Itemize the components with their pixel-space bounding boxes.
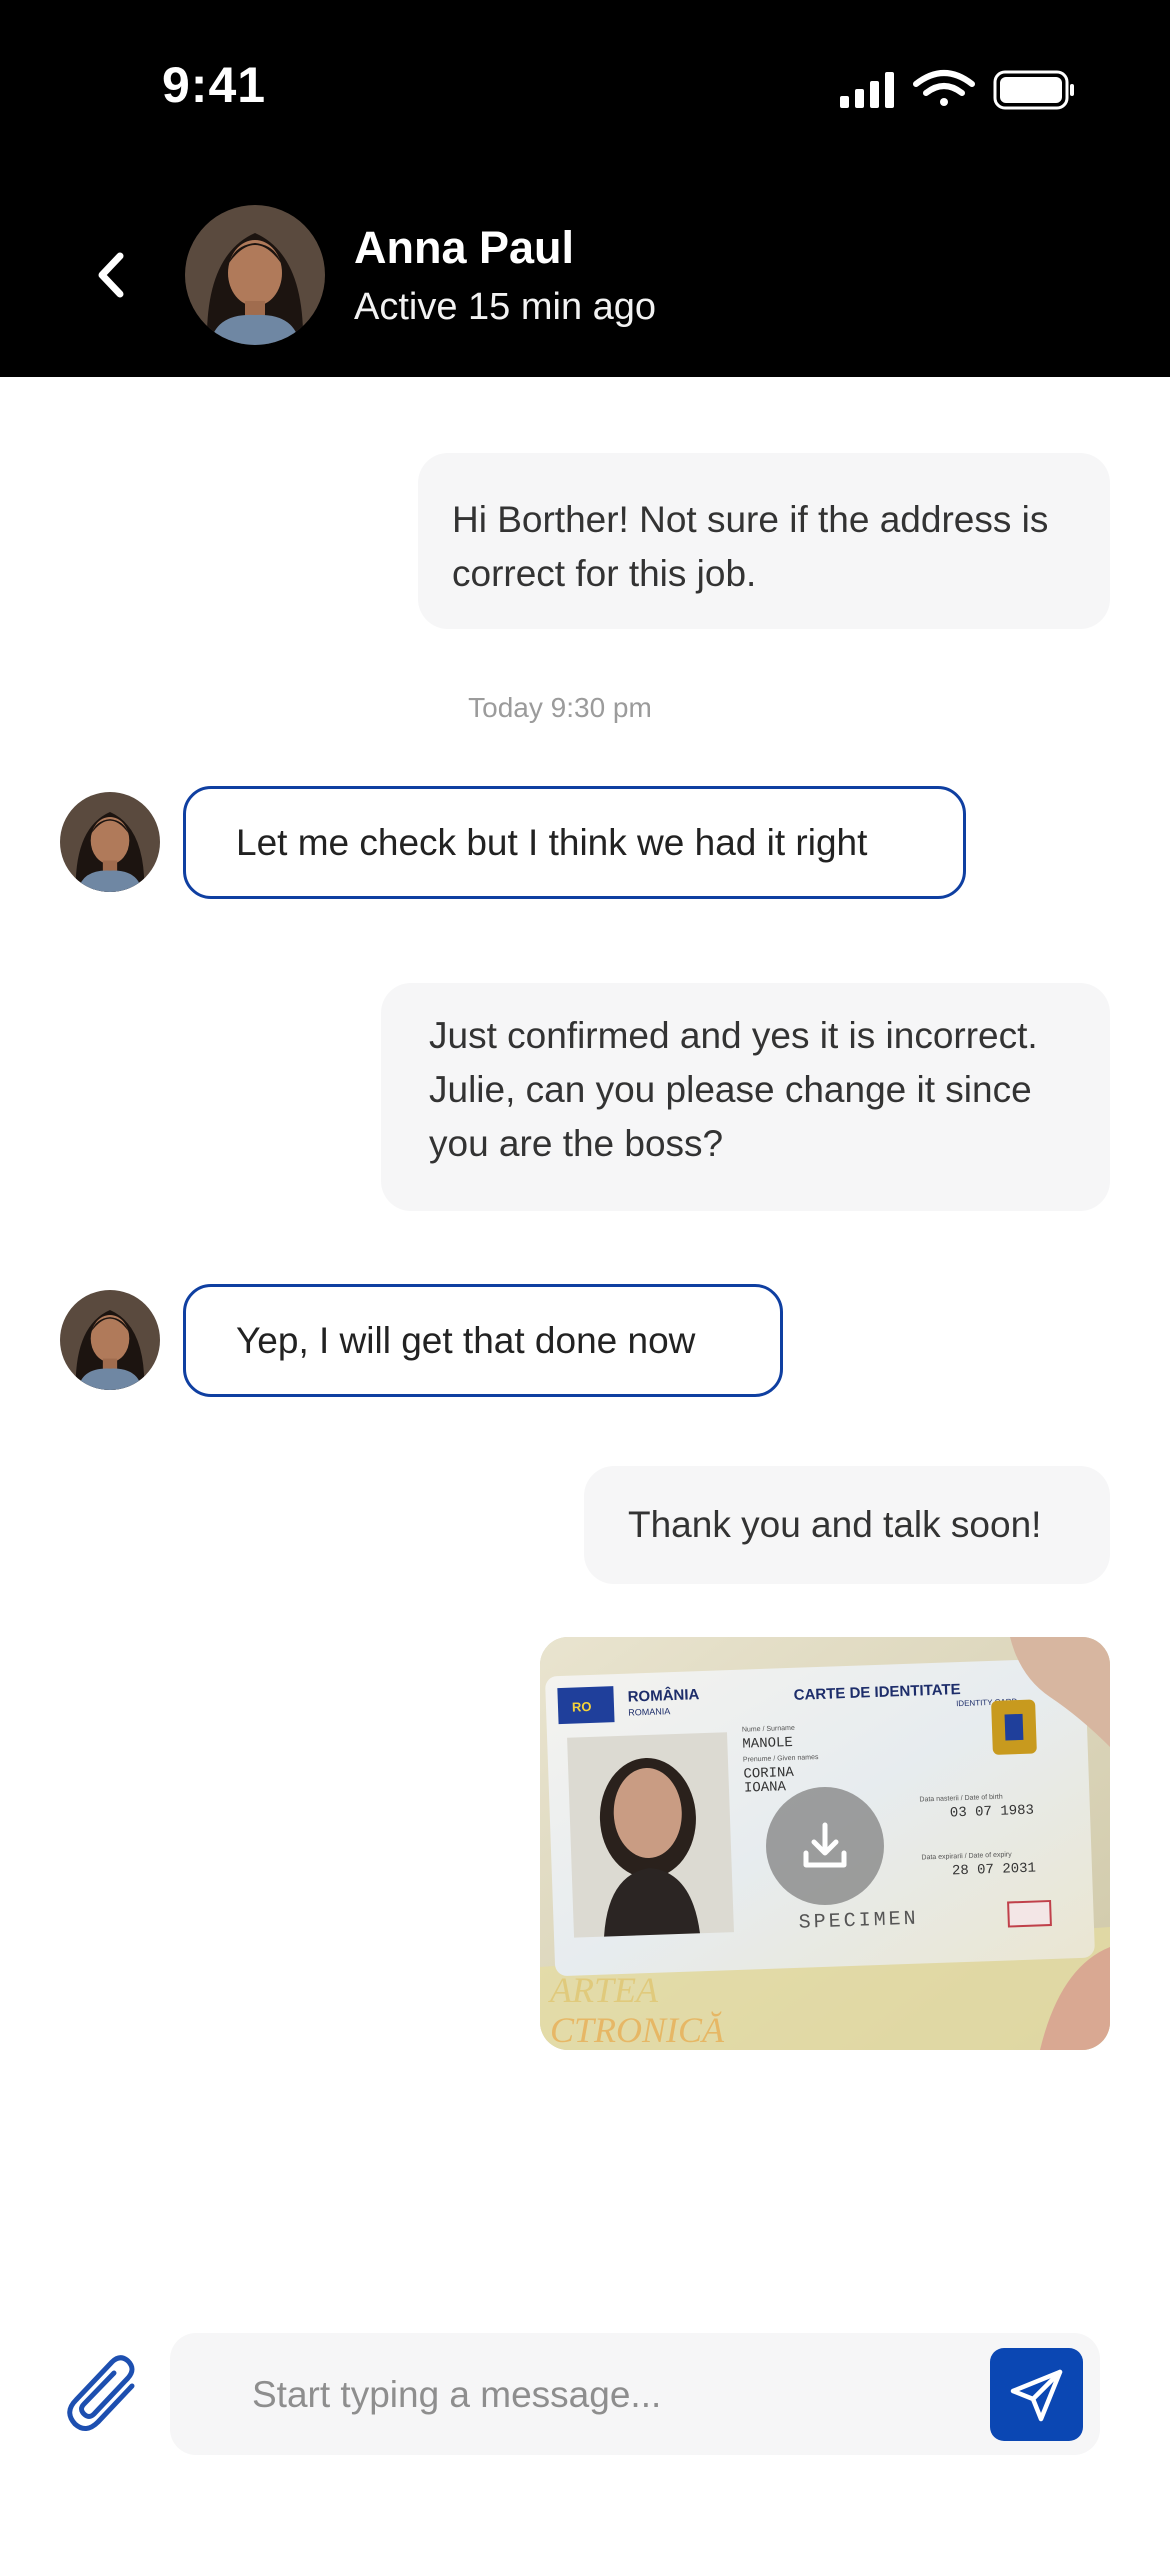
- card-birth-date: 03 07 1983: [950, 1803, 1035, 1822]
- send-icon: [1010, 2369, 1062, 2421]
- chat-header: 9:41 Anna Paul Active 15 min ago: [0, 0, 1170, 377]
- contact-avatar[interactable]: [185, 205, 325, 345]
- wifi-icon: [913, 70, 975, 106]
- contact-status: Active 15 min ago: [354, 286, 657, 328]
- back-button[interactable]: [80, 240, 140, 310]
- message-text-line: correct for this job.: [452, 553, 757, 594]
- attach-button[interactable]: [60, 2346, 148, 2442]
- contact-name: Anna Paul: [354, 222, 575, 273]
- message-text-line: you are the boss?: [429, 1123, 724, 1164]
- card-given-name: IOANA: [744, 1779, 787, 1796]
- sender-avatar: [60, 1290, 160, 1390]
- battery-icon: [993, 70, 1074, 110]
- avatar-image: [60, 1290, 160, 1390]
- card-footer-text: CTRONICĂ: [550, 2010, 725, 2050]
- message-input[interactable]: [250, 2333, 934, 2457]
- outgoing-message: Thank you and talk soon!: [584, 1466, 1110, 1584]
- image-attachment[interactable]: RO ROMÂNIA ROMANIA CARTE DE IDENTITATE I…: [540, 1637, 1110, 2050]
- download-button[interactable]: [766, 1787, 884, 1905]
- status-bar-icons: [840, 70, 1074, 110]
- message-text: Let me check but I think we had it right: [236, 821, 868, 863]
- outgoing-message: Just confirmed and yes it is incorrect. …: [381, 983, 1110, 1211]
- message-timestamp: Today 9:30 pm: [468, 692, 652, 723]
- send-button[interactable]: [990, 2348, 1083, 2441]
- card-country: ROMÂNIA: [627, 1685, 699, 1705]
- chevron-left-icon: [98, 252, 124, 298]
- message-text: Yep, I will get that done now: [236, 1319, 696, 1361]
- message-text-line: Julie, can you please change it since: [429, 1069, 1032, 1110]
- sender-avatar: [60, 792, 160, 892]
- card-footer-text: ARTEA: [548, 1970, 659, 2010]
- status-bar-time: 9:41: [162, 57, 267, 113]
- avatar-image: [185, 205, 325, 345]
- message-composer: [170, 2333, 1100, 2457]
- incoming-message: Let me check but I think we had it right: [183, 786, 966, 899]
- paperclip-icon: [67, 2355, 135, 2431]
- card-specimen: SPECIMEN: [798, 1908, 919, 1935]
- avatar-image: [60, 792, 160, 892]
- download-icon: [803, 1822, 847, 1868]
- outgoing-message: Hi Borther! Not sure if the address is c…: [418, 453, 1110, 629]
- message-text: Thank you and talk soon!: [628, 1504, 1042, 1545]
- message-text-line: Hi Borther! Not sure if the address is: [452, 499, 1049, 540]
- card-expiry-date: 28 07 2031: [952, 1860, 1037, 1879]
- incoming-message: Yep, I will get that done now: [183, 1284, 783, 1397]
- card-country-sub: ROMANIA: [628, 1706, 670, 1717]
- message-text-line: Just confirmed and yes it is incorrect.: [429, 1015, 1038, 1056]
- signal-icon: [840, 72, 894, 108]
- ro-badge: RO: [572, 1699, 592, 1715]
- card-surname: MANOLE: [742, 1735, 793, 1753]
